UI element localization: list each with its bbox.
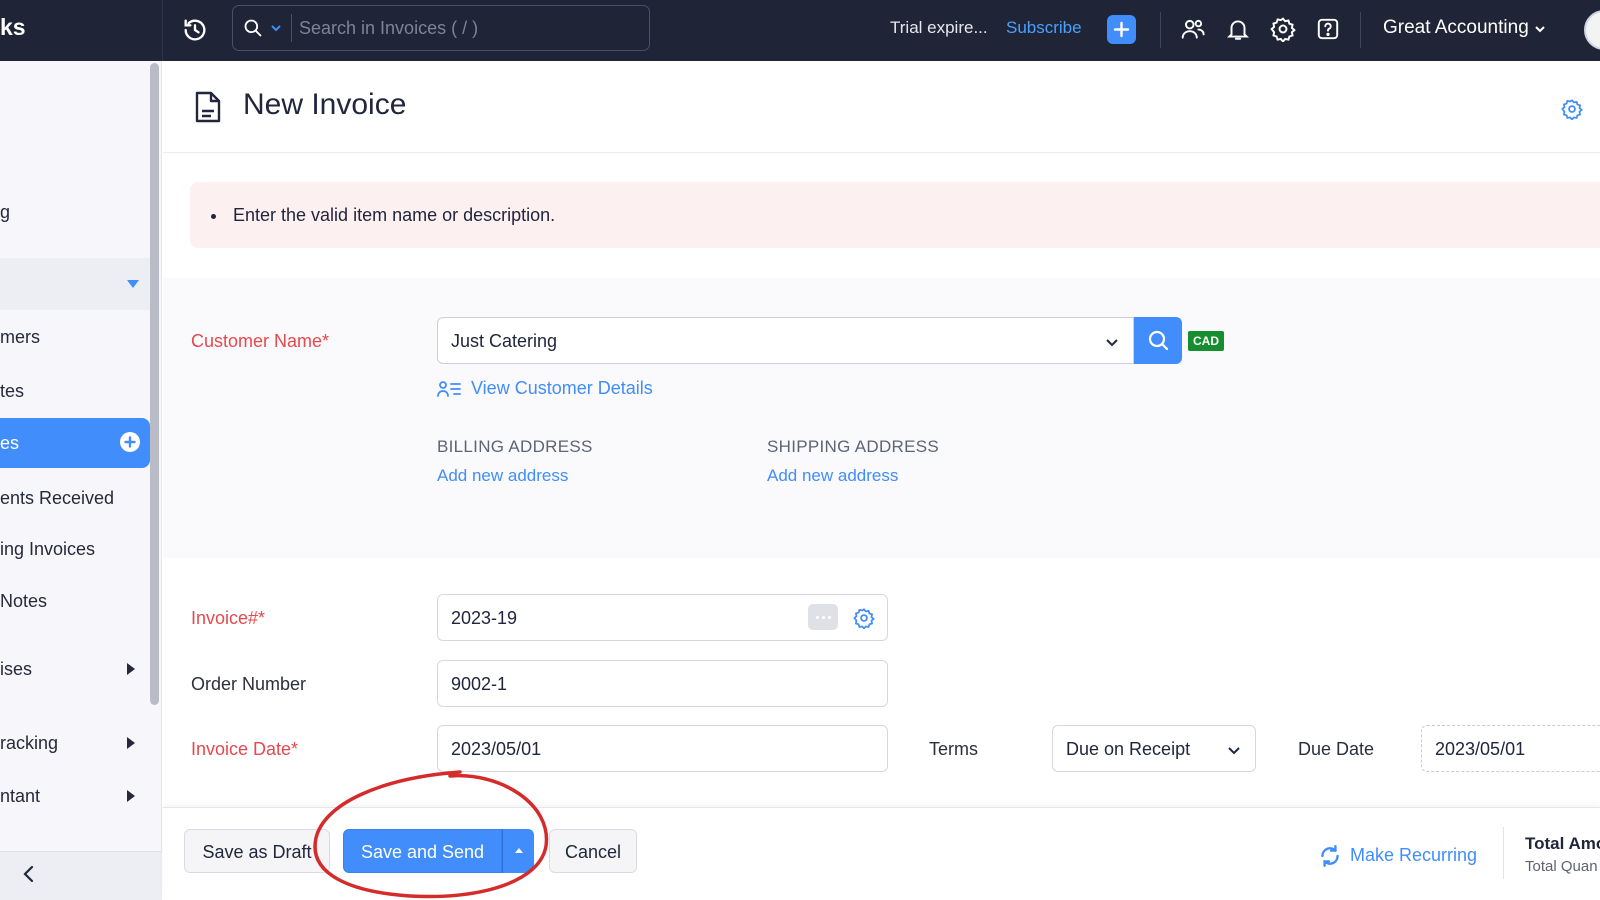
- due-date-label: Due Date: [1298, 739, 1375, 759]
- sidebar-item-label: Notes: [0, 591, 48, 611]
- plus-icon: [1113, 21, 1130, 38]
- chevron-down-icon[interactable]: [1227, 743, 1241, 757]
- users-icon[interactable]: [1180, 16, 1206, 42]
- more-icon: [816, 616, 819, 619]
- search-icon: [1148, 330, 1169, 351]
- plus-icon: [124, 436, 136, 448]
- error-alert: Enter the valid item name or description…: [190, 182, 1600, 248]
- sidebar-item-credit-notes[interactable]: Notes: [0, 581, 150, 621]
- sidebar-item-customers[interactable]: mers: [0, 317, 150, 357]
- currency-badge: CAD: [1188, 331, 1224, 351]
- customer-value: Just Catering: [451, 331, 558, 351]
- trial-status: Trial expire...: [890, 18, 988, 37]
- gear-icon[interactable]: [1270, 16, 1296, 42]
- terms-label: Terms: [929, 739, 978, 759]
- error-message: Enter the valid item name or description…: [233, 205, 556, 225]
- caret-up-icon: [515, 848, 523, 853]
- chevron-left-icon[interactable]: [17, 862, 41, 886]
- view-customer-details-label[interactable]: View Customer Details: [471, 378, 653, 399]
- organization-switcher[interactable]: Great Accounting: [1383, 17, 1529, 39]
- quick-create-button[interactable]: [1107, 15, 1136, 44]
- sidebar-item-label: mers: [0, 327, 40, 347]
- sidebar-item-label: g: [0, 202, 11, 222]
- make-recurring-link[interactable]: Make Recurring: [1350, 845, 1477, 866]
- order-number-value: 9002-1: [451, 674, 508, 694]
- caret-right-icon[interactable]: [127, 790, 135, 802]
- total-quantity-label: Total Quan: [1525, 858, 1598, 875]
- sidebar-scrollbar[interactable]: [150, 63, 159, 705]
- chevron-down-icon[interactable]: [1105, 335, 1119, 349]
- contact-card-icon: [437, 381, 461, 397]
- more-icon: [822, 616, 825, 619]
- save-as-draft-button[interactable]: Save as Draft: [184, 829, 330, 873]
- cancel-button[interactable]: Cancel: [549, 829, 637, 873]
- bell-icon[interactable]: [1225, 16, 1251, 42]
- sidebar-item-recurring-invoices[interactable]: ing Invoices: [0, 529, 150, 569]
- sidebar-item-label: es: [0, 433, 20, 453]
- customer-select[interactable]: Just Catering: [437, 317, 1134, 364]
- divider: [1503, 827, 1504, 879]
- customer-name-label: Customer Name*: [191, 331, 330, 351]
- total-amount-label: Total Amo: [1525, 834, 1600, 853]
- refresh-icon[interactable]: [1317, 843, 1343, 869]
- invoice-number-value: 2023-19: [451, 608, 518, 628]
- help-icon[interactable]: [1315, 16, 1341, 42]
- subscribe-link[interactable]: Subscribe: [1006, 18, 1082, 38]
- top-bar: ks Trial expire... Subscribe Great Accou…: [0, 0, 1600, 61]
- sidebar-item-quotes[interactable]: tes: [0, 371, 150, 411]
- divider: [291, 14, 292, 42]
- sidebar-item-payments-received[interactable]: ents Received: [0, 478, 150, 518]
- add-billing-address-link[interactable]: Add new address: [437, 466, 568, 486]
- invoice-date-label: Invoice Date*: [191, 739, 299, 759]
- avatar[interactable]: [1584, 10, 1600, 50]
- gear-icon[interactable]: [1561, 98, 1583, 120]
- order-number-field[interactable]: 9002-1: [437, 660, 888, 707]
- search-box[interactable]: [232, 5, 650, 51]
- document-icon: [195, 91, 221, 123]
- billing-address-title: BILLING ADDRESS: [437, 437, 593, 456]
- sidebar-item-label: ents Received: [0, 488, 115, 508]
- sidebar-item-label: ises: [0, 659, 33, 679]
- caret-right-icon[interactable]: [127, 663, 135, 675]
- bullet: [211, 214, 216, 219]
- sidebar-item-label: tes: [0, 381, 25, 401]
- due-date-field[interactable]: 2023/05/01: [1421, 725, 1600, 772]
- save-and-send-button[interactable]: Save and Send: [343, 829, 502, 873]
- gear-icon[interactable]: [853, 607, 875, 629]
- divider: [1160, 12, 1161, 48]
- more-icon: [828, 616, 831, 619]
- sidebar-item[interactable]: g: [0, 192, 150, 232]
- shipping-address-title: SHIPPING ADDRESS: [767, 437, 940, 456]
- caret-down-icon[interactable]: [127, 280, 139, 288]
- divider: [163, 152, 1600, 153]
- add-shipping-address-link[interactable]: Add new address: [767, 466, 898, 486]
- divider: [1360, 12, 1361, 48]
- more-options-button[interactable]: [808, 604, 838, 630]
- save-options-dropdown[interactable]: [502, 829, 534, 873]
- history-icon[interactable]: [181, 16, 209, 44]
- add-invoice-button[interactable]: [120, 432, 140, 452]
- sidebar-item-label: racking: [0, 733, 59, 753]
- order-number-label: Order Number: [191, 674, 307, 694]
- search-icon[interactable]: [243, 18, 263, 38]
- chevron-down-icon[interactable]: [1534, 23, 1546, 35]
- due-date-value: 2023/05/01: [1435, 739, 1526, 759]
- invoice-date-value: 2023/05/01: [451, 739, 542, 759]
- brand-logo: ks: [0, 14, 26, 40]
- search-input[interactable]: [299, 12, 639, 44]
- sidebar-item-label: ing Invoices: [0, 539, 96, 559]
- sidebar-item-label: ntant: [0, 786, 41, 806]
- invoice-number-label: Invoice#*: [191, 608, 266, 628]
- terms-value: Due on Receipt: [1066, 739, 1191, 759]
- customer-search-button[interactable]: [1134, 317, 1182, 364]
- chevron-down-icon[interactable]: [270, 22, 282, 34]
- caret-right-icon[interactable]: [127, 737, 135, 749]
- terms-select[interactable]: Due on Receipt: [1052, 725, 1256, 772]
- page-title: New Invoice: [243, 88, 407, 121]
- invoice-date-field[interactable]: 2023/05/01: [437, 725, 888, 772]
- divider: [162, 0, 163, 61]
